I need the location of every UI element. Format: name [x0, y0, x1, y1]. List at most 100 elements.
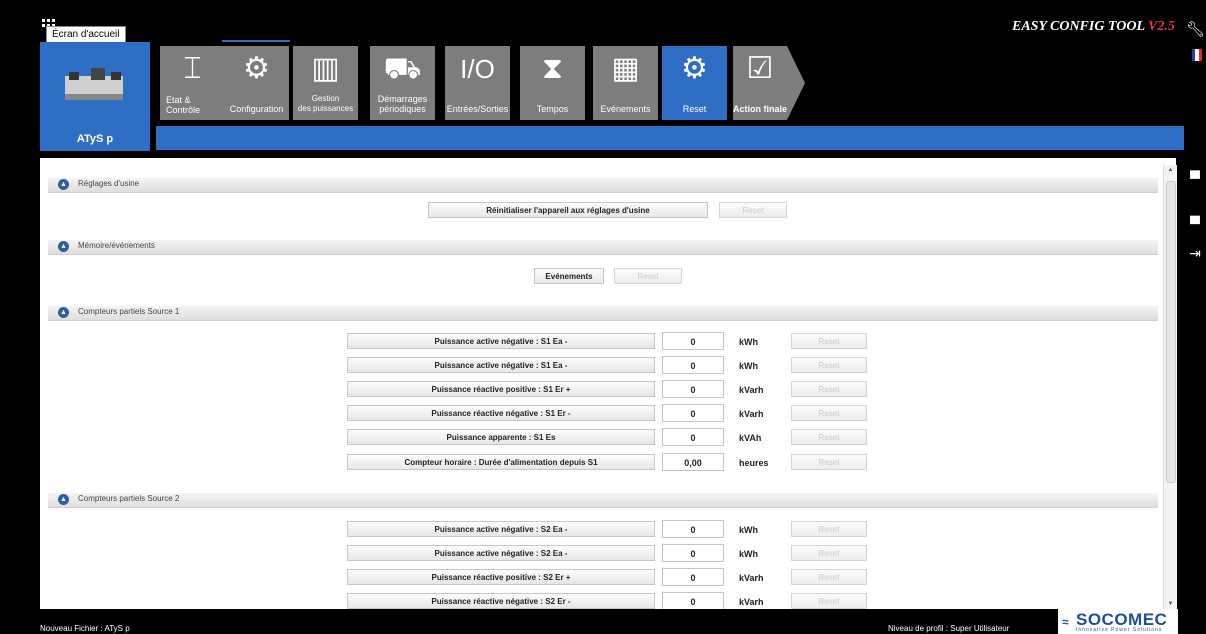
- section-title: Réglages d'usine: [78, 179, 140, 188]
- device-tile[interactable]: ATyS p: [40, 42, 150, 151]
- wrench-icon[interactable]: 🔧︎: [1186, 20, 1205, 38]
- counter-label[interactable]: Puissance active négative : S2 Ea -: [347, 521, 655, 537]
- counter-reset-button[interactable]: Reset: [791, 333, 867, 349]
- counter-unit: kWh: [739, 361, 758, 371]
- tab-configuration[interactable]: ⚙ Configuration: [224, 46, 289, 120]
- counter-label[interactable]: Puissance active négative : S1 Ea -: [347, 333, 655, 349]
- collapse-icon[interactable]: ▲: [58, 241, 69, 252]
- factory-reset-disabled-button[interactable]: Reset: [719, 202, 787, 218]
- section-factory-header[interactable]: ▲ Réglages d'usine: [48, 178, 1158, 193]
- exit-icon[interactable]: ⇥: [1186, 245, 1204, 262]
- counter-reset-button[interactable]: Reset: [791, 405, 867, 421]
- counter-value[interactable]: 0: [662, 404, 724, 422]
- app-window: Écran d'accueil EASY CONFIG TOOL V2.5 🔧︎…: [0, 0, 1206, 634]
- status-file: Nouveau Fichier : ATyS p: [40, 624, 130, 633]
- transfer-switch-icon: [65, 68, 123, 100]
- scroll-up-icon[interactable]: ▲: [1164, 167, 1177, 173]
- device-name: ATyS p: [76, 133, 114, 145]
- counter-unit: kWh: [739, 549, 758, 559]
- counter-label[interactable]: Compteur horaire : Durée d'alimentation …: [347, 454, 655, 470]
- counter-reset-button[interactable]: Reset: [791, 545, 867, 561]
- counter-reset-button[interactable]: Reset: [791, 381, 867, 397]
- counter-label[interactable]: Puissance active négative : S2 Ea -: [347, 545, 655, 561]
- vertical-scrollbar[interactable]: ▲ ▼: [1163, 165, 1177, 609]
- counter-value[interactable]: 0: [662, 356, 724, 374]
- section-title: Mémoire/événements: [78, 241, 155, 250]
- collapse-icon[interactable]: ▲: [58, 494, 69, 505]
- tab-underline: [222, 40, 290, 42]
- counter-label[interactable]: Puissance réactive positive : S2 Er +: [347, 569, 655, 585]
- app-name: EASY CONFIG TOOL: [1012, 19, 1149, 34]
- bar-chart-icon: ▥: [311, 52, 340, 85]
- counter-value[interactable]: 0: [662, 428, 724, 446]
- tab-label: Entrées/Sorties: [446, 104, 509, 114]
- tab-label: Evénements: [600, 104, 651, 114]
- events-reset-button[interactable]: Reset: [614, 268, 682, 284]
- save-icon[interactable]: ▀: [1186, 170, 1204, 186]
- collapse-icon[interactable]: ▲: [58, 307, 69, 318]
- counter-value[interactable]: 0: [662, 568, 724, 586]
- counter-reset-button[interactable]: Reset: [791, 593, 867, 609]
- counter-value[interactable]: 0,00: [662, 453, 724, 471]
- french-flag-icon[interactable]: [1192, 49, 1202, 61]
- counter-label[interactable]: Puissance apparente : S1 Es: [347, 429, 655, 445]
- counter-value[interactable]: 0: [662, 520, 724, 538]
- counter-unit: kVarh: [739, 573, 764, 583]
- tab-label: Action finale: [733, 104, 787, 114]
- app-title: EASY CONFIG TOOL V2.5: [1012, 19, 1175, 35]
- counter-reset-button[interactable]: Reset: [791, 454, 867, 470]
- hourglass-icon: ⧗: [541, 52, 564, 85]
- tab-demarrages[interactable]: ⛟ Démarrages périodiques: [370, 46, 435, 120]
- counter-label[interactable]: Puissance réactive positive : S1 Er +: [347, 381, 655, 397]
- counter-unit: kWh: [739, 525, 758, 535]
- tab-entrees-sorties[interactable]: I/O Entrées/Sorties: [445, 46, 510, 120]
- counter-reset-button[interactable]: Reset: [791, 357, 867, 373]
- tab-action-finale[interactable]: ☑ Action finale: [733, 46, 787, 120]
- home-tooltip: Écran d'accueil: [46, 26, 126, 43]
- save-as-icon[interactable]: ▄: [1186, 207, 1204, 223]
- scroll-down-icon[interactable]: ▼: [1164, 601, 1177, 607]
- tab-tempos[interactable]: ⧗ Tempos: [520, 46, 585, 120]
- tab-gestion-puissances[interactable]: ▥ Gestion des puissances: [293, 46, 358, 120]
- events-icon: ▦: [611, 52, 640, 85]
- counter-reset-button[interactable]: Reset: [791, 521, 867, 537]
- tab-label: Reset: [682, 104, 707, 114]
- gears-icon: ⚙: [681, 52, 708, 85]
- section-source2-header[interactable]: ▲ Compteurs partiels Source 2: [48, 493, 1158, 508]
- tab-label: Gestion des puissances: [297, 94, 354, 113]
- header-bar: [156, 126, 1184, 150]
- tab-arrow: [787, 46, 805, 120]
- counter-label[interactable]: Puissance réactive négative : S2 Er -: [347, 593, 655, 609]
- section-memory-header[interactable]: ▲ Mémoire/événements: [48, 240, 1158, 255]
- counter-label[interactable]: Puissance active négative : S1 Ea -: [347, 357, 655, 373]
- scrollbar-thumb[interactable]: [1166, 181, 1176, 483]
- tab-label: Configuration: [229, 104, 284, 114]
- counter-unit: kVarh: [739, 597, 764, 607]
- counter-label[interactable]: Puissance réactive négative : S1 Er -: [347, 405, 655, 421]
- counter-reset-button[interactable]: Reset: [791, 569, 867, 585]
- app-version: V2.5: [1148, 19, 1175, 34]
- counter-unit: kVarh: [739, 409, 764, 419]
- section-source1-header[interactable]: ▲ Compteurs partiels Source 1: [48, 306, 1158, 321]
- reset-panel: ▲ Réglages d'usine Réinitialiser l'appar…: [40, 158, 1176, 609]
- tab-reset[interactable]: ⚙ Reset: [662, 46, 727, 120]
- collapse-icon[interactable]: ▲: [58, 179, 69, 190]
- state-icon: ⌶: [183, 52, 202, 85]
- counter-value[interactable]: 0: [662, 380, 724, 398]
- status-profile: Niveau de profil : Super Utilisateur: [888, 624, 1010, 633]
- logo-tagline: Innovative Power Solutions: [1076, 627, 1163, 633]
- counter-unit: kWh: [739, 337, 758, 347]
- counter-value[interactable]: 0: [662, 332, 724, 350]
- counter-value[interactable]: 0: [662, 592, 724, 609]
- tab-etat-controle[interactable]: ⌶ Etat & Contrôle: [160, 46, 225, 120]
- section-title: Compteurs partiels Source 2: [78, 494, 180, 503]
- tab-label: Etat & Contrôle: [166, 95, 201, 115]
- tab-label: Démarrages périodiques: [377, 94, 428, 114]
- counter-value[interactable]: 0: [662, 544, 724, 562]
- tab-evenements[interactable]: ▦ Evénements: [593, 46, 658, 120]
- check-icon: ☑: [746, 52, 774, 85]
- events-button[interactable]: Evénements: [534, 268, 604, 284]
- factory-reset-button[interactable]: Réinitialiser l'appareil aux réglages d'…: [428, 202, 708, 218]
- counter-reset-button[interactable]: Reset: [791, 429, 867, 445]
- io-icon: I/O: [460, 54, 495, 84]
